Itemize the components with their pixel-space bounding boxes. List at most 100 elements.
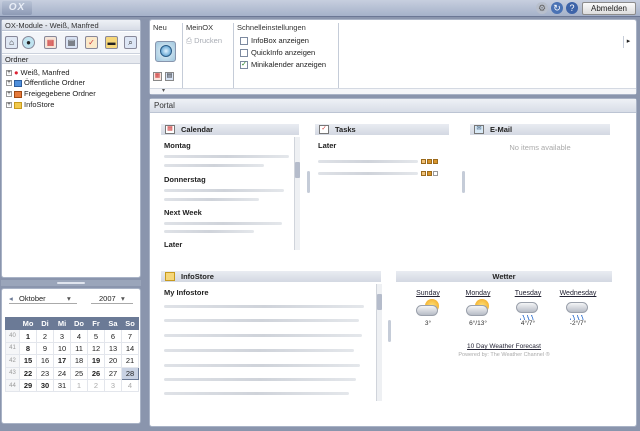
column-splitter[interactable] [388, 320, 391, 342]
panel-splitter[interactable] [1, 280, 141, 286]
folders-label: Ordner [2, 55, 140, 64]
column-splitter[interactable] [307, 171, 310, 193]
today-cell[interactable]: 28 [121, 366, 139, 380]
year-select[interactable]: 2007 ▾ [91, 293, 133, 304]
chevron-down-icon: ▾ [121, 294, 125, 303]
user-icon: ● [14, 68, 19, 77]
tree-item-shared[interactable]: + Freigegebene Ordner [6, 89, 96, 98]
home-icon[interactable]: ⌂ [5, 36, 18, 49]
portal-panel: Portal ▦ Calendar Montag Donnerstag Next … [149, 98, 637, 427]
day-cell[interactable]: 3 [53, 329, 71, 343]
day-cell[interactable]: 14 [121, 341, 139, 356]
day-cell[interactable]: 25 [70, 366, 88, 380]
calendar-scrollbar[interactable] [294, 137, 300, 250]
shared-folders-icon [14, 90, 22, 98]
portal-icon[interactable]: ● [22, 36, 35, 49]
minicalendar-checkbox[interactable]: ✓ [240, 61, 248, 70]
day-cell[interactable]: 17 [53, 354, 71, 368]
weekday-row: Mo Di Mi Do Fr Sa So [5, 316, 139, 331]
tasks-widget: ✓ Tasks Later [315, 124, 455, 250]
day-cell[interactable]: 9 [36, 341, 54, 356]
day-cell[interactable]: 29 [19, 378, 37, 393]
portal-icon [160, 45, 172, 57]
email-widget-header: ✉ E-Mail [470, 124, 610, 135]
folder-icon [165, 272, 175, 281]
infostore-widget: InfoStore My Infostore [161, 271, 383, 401]
day-cell[interactable]: 13 [104, 341, 122, 356]
day-cell[interactable]: 30 [36, 378, 54, 393]
column-splitter[interactable] [462, 171, 465, 193]
day-cell[interactable]: 4 [121, 378, 139, 393]
forecast-link[interactable]: 10 Day Weather Forecast [396, 343, 612, 350]
day-cell[interactable]: 24 [53, 366, 71, 380]
refresh-icon[interactable]: ↻ [551, 2, 563, 14]
week-row: 40 1 2 3 4 5 6 7 [5, 329, 139, 343]
day-cell[interactable]: 10 [53, 341, 71, 356]
email-widget: ✉ E-Mail No items available [470, 124, 610, 250]
day-cell[interactable]: 20 [104, 354, 122, 368]
top-bar: OX ⚙ ↻ ? Abmelden [0, 0, 640, 17]
weekday-label: Mo [19, 316, 37, 331]
day-cell[interactable]: 26 [87, 366, 105, 380]
day-cell[interactable]: 3 [104, 378, 122, 393]
day-cell[interactable]: 11 [70, 341, 88, 356]
day-cell[interactable]: 16 [36, 354, 54, 368]
partly-sunny-icon [415, 299, 441, 319]
ribbon-section-quick-settings: Schnelleinstellungen [237, 23, 306, 32]
day-cell[interactable]: 1 [19, 329, 37, 343]
day-cell[interactable]: 2 [87, 378, 105, 393]
infobox-checkbox[interactable] [240, 37, 248, 46]
day-cell[interactable]: 19 [87, 354, 105, 368]
day-cell[interactable]: 23 [36, 366, 54, 380]
day-cell[interactable]: 27 [104, 366, 122, 380]
day-cell[interactable]: 6 [104, 329, 122, 343]
calendar-grid: Mo Di Mi Do Fr Sa So 40 1 2 3 4 5 6 7 41… [5, 316, 139, 393]
option-minicalendar[interactable]: ✓ Minikalender anzeigen [240, 60, 326, 70]
tree-item-user[interactable]: + ● Weiß, Manfred [6, 68, 70, 77]
day-cell[interactable]: 31 [53, 378, 71, 393]
infostore-module-icon[interactable]: ▬ [105, 36, 118, 49]
module-toolbar: ⌂ ● ▦ ▤ ✓ ▬ ⌕ [2, 32, 140, 54]
calendar-icon[interactable]: ▦ [153, 72, 162, 81]
day-cell[interactable]: 22 [19, 366, 37, 380]
day-cell[interactable]: 2 [36, 329, 54, 343]
tree-item-public[interactable]: + Öffentliche Ordner [6, 78, 85, 87]
option-quickinfo[interactable]: QuickInfo anzeigen [240, 48, 315, 58]
quickinfo-checkbox[interactable] [240, 49, 248, 58]
option-infobox[interactable]: InfoBox anzeigen [240, 36, 309, 46]
gear-icon[interactable]: ⚙ [536, 2, 548, 14]
weather-widget-header: Wetter [396, 271, 612, 282]
weather-widget: Wetter Sunday 3° Monday 6°/13° Tuesday 4… [396, 271, 612, 369]
calendar-widget: ▦ Calendar Montag Donnerstag Next Week La… [161, 124, 301, 250]
tree-item-infostore[interactable]: + InfoStore [6, 100, 54, 109]
ox-logo: OX [2, 1, 32, 15]
day-cell[interactable]: 1 [70, 378, 88, 393]
day-cell[interactable]: 7 [121, 329, 139, 343]
week-row: 42 15 16 17 18 19 20 21 [5, 354, 139, 368]
infostore-scrollbar[interactable] [376, 284, 382, 401]
chevron-down-icon: ▾ [67, 294, 71, 303]
chevron-down-icon: ▾ [162, 88, 166, 94]
day-cell[interactable]: 21 [121, 354, 139, 368]
weather-day-tuesday: Tuesday 4°/7° [514, 290, 542, 327]
help-icon[interactable]: ? [566, 2, 578, 14]
search-module-icon[interactable]: ⌕ [124, 36, 137, 49]
contacts-module-icon[interactable]: ▤ [65, 36, 78, 49]
logout-button[interactable]: Abmelden [582, 2, 636, 15]
day-cell[interactable]: 18 [70, 354, 88, 368]
day-cell[interactable]: 12 [87, 341, 105, 356]
weekday-label: Di [36, 316, 54, 331]
day-cell[interactable]: 8 [19, 341, 37, 356]
contacts-icon[interactable]: ▤ [165, 72, 174, 81]
ribbon-expand-icon[interactable]: ▸ [623, 36, 633, 48]
tasks-module-icon[interactable]: ✓ [85, 36, 98, 49]
section-thursday: Donnerstag [164, 175, 206, 184]
new-item-button[interactable] [155, 41, 176, 62]
month-select[interactable]: ◂ Oktober ▾ [9, 293, 77, 304]
day-cell[interactable]: 5 [87, 329, 105, 343]
day-cell[interactable]: 4 [70, 329, 88, 343]
calendar-icon: ▦ [165, 125, 175, 134]
day-cell[interactable]: 15 [19, 354, 37, 368]
weekday-label: Do [70, 316, 88, 331]
calendar-module-icon[interactable]: ▦ [44, 36, 57, 49]
